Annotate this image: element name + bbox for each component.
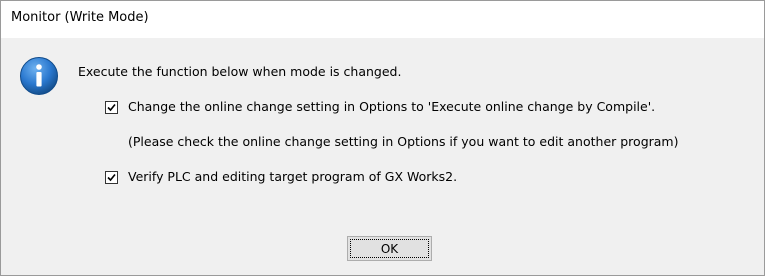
- checkmark-icon: [107, 103, 116, 112]
- checkmark-icon: [107, 173, 116, 182]
- online-change-note: (Please check the online change setting …: [128, 134, 679, 149]
- dialog-message: Execute the function below when mode is …: [78, 64, 402, 79]
- title-bar: Monitor (Write Mode): [1, 1, 764, 38]
- verify-plc-checkbox[interactable]: [105, 171, 118, 184]
- window-title: Monitor (Write Mode): [11, 10, 149, 25]
- online-change-label[interactable]: Change the online change setting in Opti…: [128, 99, 655, 114]
- verify-plc-label[interactable]: Verify PLC and editing target program of…: [128, 169, 457, 184]
- online-change-checkbox[interactable]: [105, 101, 118, 114]
- ok-button[interactable]: OK: [347, 236, 432, 261]
- dialog-window: Monitor (Write Mode) Execute the functio…: [0, 0, 765, 276]
- info-icon: [19, 56, 59, 96]
